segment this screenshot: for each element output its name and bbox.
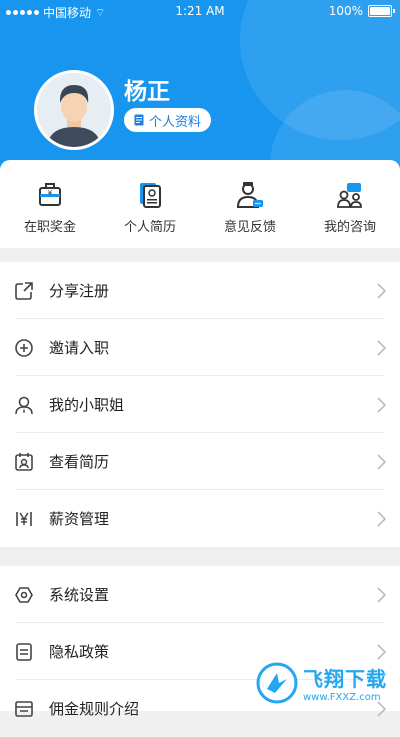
chevron-right-icon <box>377 587 386 603</box>
quick-action-consult[interactable]: 我的咨询 <box>300 160 400 248</box>
person-icon <box>15 396 33 414</box>
quick-action-label: 个人简历 <box>123 220 176 235</box>
profile-button-label: 个人资料 <box>149 114 202 130</box>
id-card-icon <box>15 452 33 471</box>
battery-percent: 100% <box>328 4 363 18</box>
status-bar: 中国移动 ⌔ 1:21 AM 100% <box>0 0 400 22</box>
feedback-person-icon <box>236 182 263 208</box>
avatar[interactable] <box>34 70 114 150</box>
document-icon <box>16 642 32 661</box>
watermark: 飞翔下载 www.FXXZ.com <box>255 655 400 711</box>
quick-action-feedback[interactable]: 意见反馈 <box>200 160 300 248</box>
svg-text:¥: ¥ <box>48 189 53 197</box>
menu-group-1: 分享注册 邀请入职 我的小职姐 查看简历 薪资管理 <box>0 262 400 547</box>
menu-item-my-assistant[interactable]: 我的小职姐 <box>0 376 400 433</box>
menu-item-label: 佣金规则介绍 <box>49 700 140 718</box>
briefcase-yen-icon: ¥ <box>39 183 61 206</box>
menu-item-label: 隐私政策 <box>49 643 110 661</box>
chevron-right-icon <box>377 283 386 299</box>
menu-item-invite-onboard[interactable]: 邀请入职 <box>0 319 400 376</box>
chevron-right-icon <box>377 454 386 470</box>
consult-people-icon <box>337 183 362 208</box>
menu-item-label: 分享注册 <box>49 282 110 300</box>
profile-header: 中国移动 ⌔ 1:21 AM 100% 杨正 个人资料 <box>0 0 400 175</box>
profile-button[interactable]: 个人资料 <box>124 108 212 132</box>
quick-actions: ¥ 在职奖金 个人简历 意见反馈 我的咨询 <box>0 160 400 248</box>
watermark-text: 飞翔下载 <box>303 667 387 691</box>
watermark-logo-icon <box>256 662 298 704</box>
plus-circle-icon <box>15 338 33 357</box>
menu-item-label: 查看简历 <box>49 453 110 471</box>
quick-action-label: 在职奖金 <box>23 220 76 235</box>
chevron-right-icon <box>377 511 386 527</box>
quick-action-label: 意见反馈 <box>223 220 276 235</box>
quick-action-bonus[interactable]: ¥ 在职奖金 <box>0 160 100 248</box>
watermark-url: www.FXXZ.com <box>303 692 381 703</box>
menu-item-share-register[interactable]: 分享注册 <box>0 262 400 319</box>
document-icon <box>134 114 144 126</box>
chevron-right-icon <box>377 397 386 413</box>
menu-item-view-resume[interactable]: 查看简历 <box>0 433 400 490</box>
battery-icon <box>368 5 395 17</box>
quick-action-label: 我的咨询 <box>323 220 376 235</box>
resume-icon <box>140 183 161 208</box>
menu-item-label: 薪资管理 <box>49 510 110 528</box>
user-name: 杨正 <box>124 79 170 105</box>
yen-icon <box>16 511 32 526</box>
menu-item-label: 系统设置 <box>49 586 110 604</box>
share-icon <box>15 281 33 300</box>
quick-action-resume[interactable]: 个人简历 <box>100 160 200 248</box>
chevron-right-icon <box>377 340 386 356</box>
menu-item-label: 我的小职姐 <box>49 396 125 414</box>
menu-item-system-settings[interactable]: 系统设置 <box>0 566 400 623</box>
settings-hexagon-icon <box>15 586 33 603</box>
menu-item-label: 邀请入职 <box>49 339 110 357</box>
rules-icon <box>15 700 33 717</box>
menu-item-salary-management[interactable]: 薪资管理 <box>0 490 400 547</box>
